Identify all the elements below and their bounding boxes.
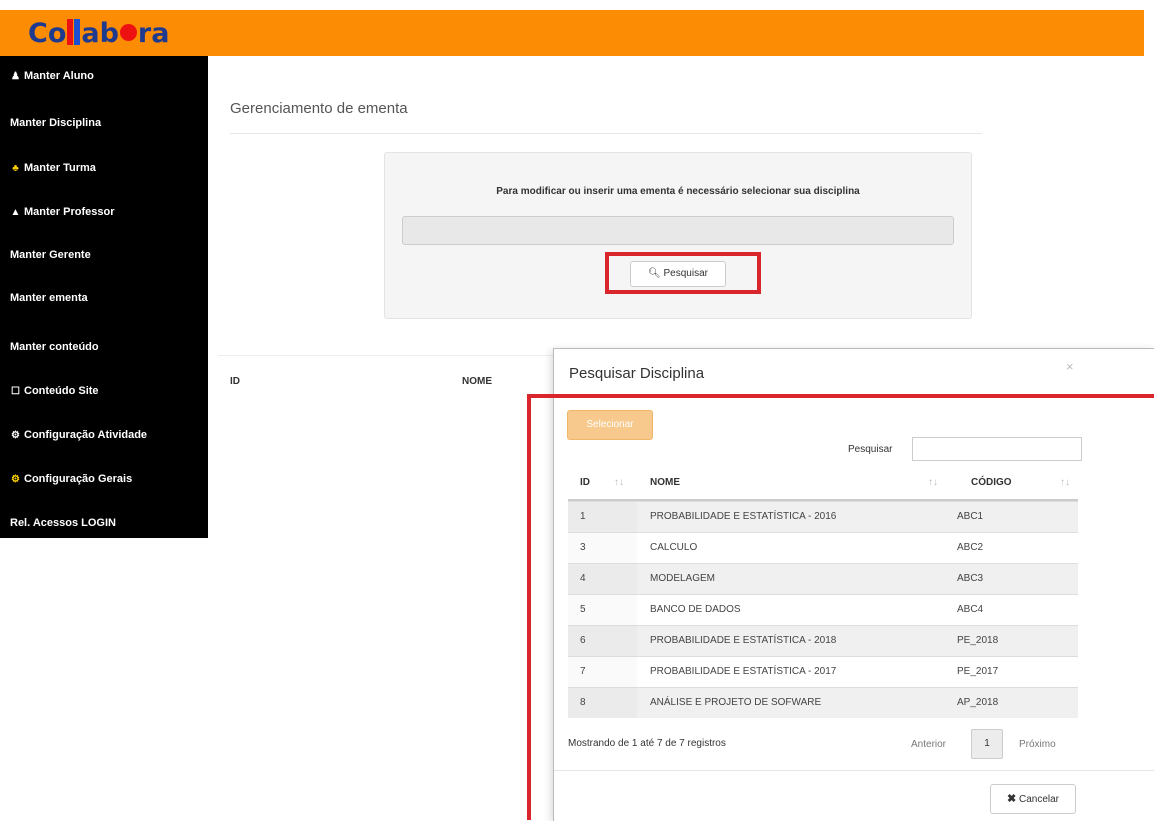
cancel-button-label: Cancelar: [1018, 794, 1060, 805]
sidebar-item-label: Manter conteúdo: [10, 341, 99, 353]
sort-icon[interactable]: ↑↓: [1060, 477, 1070, 488]
column-header-codigo[interactable]: CÓDIGO: [971, 477, 1012, 488]
discipline-field[interactable]: [402, 216, 954, 245]
table-row[interactable]: 7 PROBABILIDADE E ESTATÍSTICA - 2017 PE_20…: [568, 656, 1078, 687]
cell-id: 8: [580, 697, 586, 708]
gear-icon: ⚙: [11, 474, 20, 485]
cell-nome: ANÁLISE E PROJETO DE SOFWARE: [650, 697, 822, 708]
sidebar-item-label: Manter Gerente: [10, 249, 91, 261]
sidebar-item-label: Manter ementa: [10, 292, 88, 304]
discipline-table: ID ↑↓ NOME ↑↓ CÓDIGO ↑↓ 1 PROBABILIDADE E…: [568, 467, 1078, 718]
sort-icon[interactable]: ↑↓: [928, 477, 938, 488]
table-info: Mostrando de 1 até 7 de 7 registros: [568, 738, 726, 749]
pagination-page[interactable]: 1: [971, 729, 1003, 759]
sidebar-item-manter-disciplina[interactable]: Manter Disciplina: [10, 117, 101, 129]
search-label: Pesquisar: [848, 444, 893, 455]
gear-icon: ⚙: [11, 430, 20, 441]
sidebar-item-manter-aluno[interactable]: ♟ Manter Aluno: [10, 70, 94, 82]
pagination-next[interactable]: Próximo: [1019, 739, 1056, 750]
logo-part-a: Co: [28, 18, 67, 49]
logo-bar-blue: [74, 19, 81, 45]
cell-codigo: ABC1: [957, 511, 984, 522]
top-bar: [0, 10, 1144, 56]
table-row[interactable]: 1 PROBABILIDADE E ESTATÍSTICA - 2016 ABC1: [568, 501, 1078, 532]
cell-nome: PROBABILIDADE E ESTATÍSTICA - 2017: [650, 666, 837, 677]
pagination-previous[interactable]: Anterior: [911, 739, 946, 750]
cancel-button[interactable]: ✖ Cancelar: [990, 784, 1076, 814]
column-header-nome: NOME: [462, 376, 492, 387]
cell-codigo: ABC4: [957, 604, 984, 615]
column-header-id[interactable]: ID: [580, 477, 590, 488]
user-icon: ♟: [11, 71, 20, 82]
sidebar-item-label: Manter Professor: [24, 206, 115, 218]
logo-part-c: ra: [137, 18, 170, 49]
sidebar-item-manter-conteudo[interactable]: Manter conteúdo: [10, 341, 99, 353]
cell-codigo: ABC3: [957, 573, 984, 584]
cell-nome: PROBABILIDADE E ESTATÍSTICA - 2018: [650, 635, 837, 646]
sidebar-item-label: Conteúdo Site: [24, 385, 99, 397]
graduation-cap-icon: ▲: [10, 207, 21, 218]
sidebar-item-configuracao-gerais[interactable]: ⚙ Configuração Gerais: [10, 473, 132, 485]
logo-part-b: ab: [81, 18, 119, 49]
close-icon[interactable]: ×: [1066, 359, 1074, 374]
table-header: ID ↑↓ NOME ↑↓ CÓDIGO ↑↓: [568, 467, 1078, 501]
sidebar-item-label: Rel. Acessos LOGIN: [10, 517, 116, 529]
table-row[interactable]: 6 PROBABILIDADE E ESTATÍSTICA - 2018 PE_20…: [568, 625, 1078, 656]
sidebar-item-label: Configuração Gerais: [24, 473, 133, 485]
table-row[interactable]: 5 BANCO DE DADOS ABC4: [568, 594, 1078, 625]
cell-codigo: PE_2017: [957, 666, 999, 677]
cell-codigo: PE_2018: [957, 635, 999, 646]
table-row[interactable]: 4 MODELAGEM ABC3: [568, 563, 1078, 594]
logo-dot: [119, 24, 137, 41]
cell-nome: MODELAGEM: [650, 573, 716, 584]
panel-message: Para modificar ou inserir uma ementa é n…: [496, 186, 860, 197]
modal-title: Pesquisar Disciplina: [569, 365, 705, 382]
collabora-logo[interactable]: Co ab ra: [28, 18, 169, 58]
table-row[interactable]: 8 ANÁLISE E PROJETO DE SOFWARE AP_2018: [568, 687, 1078, 718]
cell-nome: PROBABILIDADE E ESTATÍSTICA - 2016: [650, 511, 837, 522]
sidebar-item-manter-professor[interactable]: ▲ Manter Professor: [10, 206, 115, 218]
sidebar-item-manter-gerente[interactable]: Manter Gerente: [10, 249, 91, 261]
sidebar-item-label: Manter Disciplina: [10, 117, 102, 129]
cell-codigo: AP_2018: [957, 697, 999, 708]
page-title: Gerenciamento de ementa: [230, 100, 408, 117]
title-divider: [230, 133, 982, 134]
cell-id: 6: [580, 635, 586, 646]
square-icon: ☐: [11, 386, 20, 397]
users-icon: ♣: [12, 163, 19, 174]
sidebar-item-label: Configuração Atividade: [24, 429, 148, 441]
search-input[interactable]: [912, 437, 1082, 461]
table-divider: [218, 355, 558, 356]
cell-id: 7: [580, 666, 586, 677]
sidebar-item-configuracao-atividade[interactable]: ⚙ Configuração Atividade: [10, 429, 147, 441]
logo-bar-red: [67, 19, 74, 45]
cell-id: 4: [580, 573, 586, 584]
close-icon: ✖: [1006, 793, 1017, 805]
table-row[interactable]: 3 CALCULO ABC2: [568, 532, 1078, 563]
select-button[interactable]: Selecionar: [567, 410, 653, 440]
cell-id: 3: [580, 542, 586, 553]
modal-footer-divider: [554, 770, 1154, 771]
sidebar-item-label: Manter Turma: [24, 162, 96, 174]
cell-id: 5: [580, 604, 586, 615]
sidebar-item-conteudo-site[interactable]: ☐ Conteúdo Site: [10, 385, 99, 397]
sort-icon[interactable]: ↑↓: [614, 477, 624, 488]
sidebar: ♟ Manter Aluno Manter Disciplina ♣ Manter …: [0, 56, 208, 538]
sidebar-item-manter-ementa[interactable]: Manter ementa: [10, 292, 88, 304]
column-header-id: ID: [230, 376, 240, 387]
sidebar-item-rel-acessos-login[interactable]: Rel. Acessos LOGIN: [10, 517, 116, 529]
cell-codigo: ABC2: [957, 542, 984, 553]
sidebar-item-label: Manter Aluno: [24, 70, 94, 82]
highlight-box: [605, 252, 761, 294]
cell-id: 1: [580, 511, 586, 522]
cell-nome: BANCO DE DADOS: [650, 604, 741, 615]
sidebar-item-manter-turma[interactable]: ♣ Manter Turma: [10, 162, 96, 174]
column-header-nome[interactable]: NOME: [650, 477, 680, 488]
cell-nome: CALCULO: [650, 542, 698, 553]
